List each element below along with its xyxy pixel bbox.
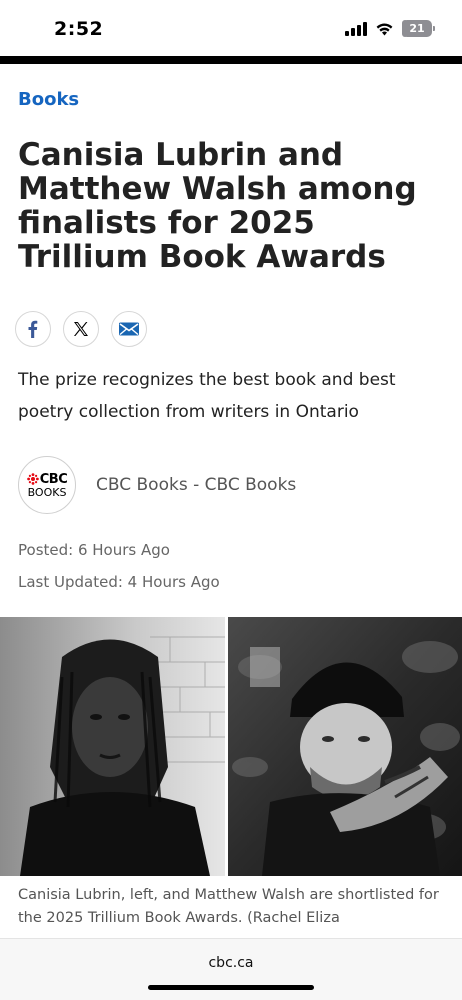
status-bar: 2:52 21 [0,0,462,56]
cellular-signal-icon [345,21,367,36]
share-buttons [15,311,147,347]
byline-author[interactable]: CBC Books - CBC Books [96,475,296,495]
article-photo[interactable] [0,617,462,876]
updated-time: Last Updated: 4 Hours Ago [18,573,220,591]
logo-cbc-text: CBC [39,471,68,487]
cbc-gem-icon [26,473,39,485]
cbc-books-logo: CBC BOOKS [18,456,76,514]
share-email-button[interactable] [111,311,147,347]
home-indicator[interactable] [148,985,314,990]
wifi-icon [376,23,393,35]
email-icon [119,322,139,336]
address-bar-url[interactable]: cbc.ca [0,955,462,971]
posted-time: Posted: 6 Hours Ago [18,541,170,559]
section-link-books[interactable]: Books [18,89,79,110]
site-header-bar [0,56,462,64]
share-x-button[interactable] [63,311,99,347]
facebook-icon [28,320,38,338]
battery-level: 21 [409,22,425,35]
browser-bottom-bar: cbc.ca [0,938,462,1000]
byline: CBC BOOKS CBC Books - CBC Books [18,456,296,514]
battery-icon: 21 [402,20,435,37]
status-icons: 21 [345,20,435,37]
share-facebook-button[interactable] [15,311,51,347]
x-icon [74,322,88,336]
article-headline: Canisia Lubrin and Matthew Walsh among f… [18,137,417,275]
status-time: 2:52 [54,18,104,40]
photo-caption: Canisia Lubrin, left, and Matthew Walsh … [18,887,439,926]
logo-books-text: BOOKS [27,485,67,499]
article-dek: The prize recognizes the best book and b… [18,370,396,422]
